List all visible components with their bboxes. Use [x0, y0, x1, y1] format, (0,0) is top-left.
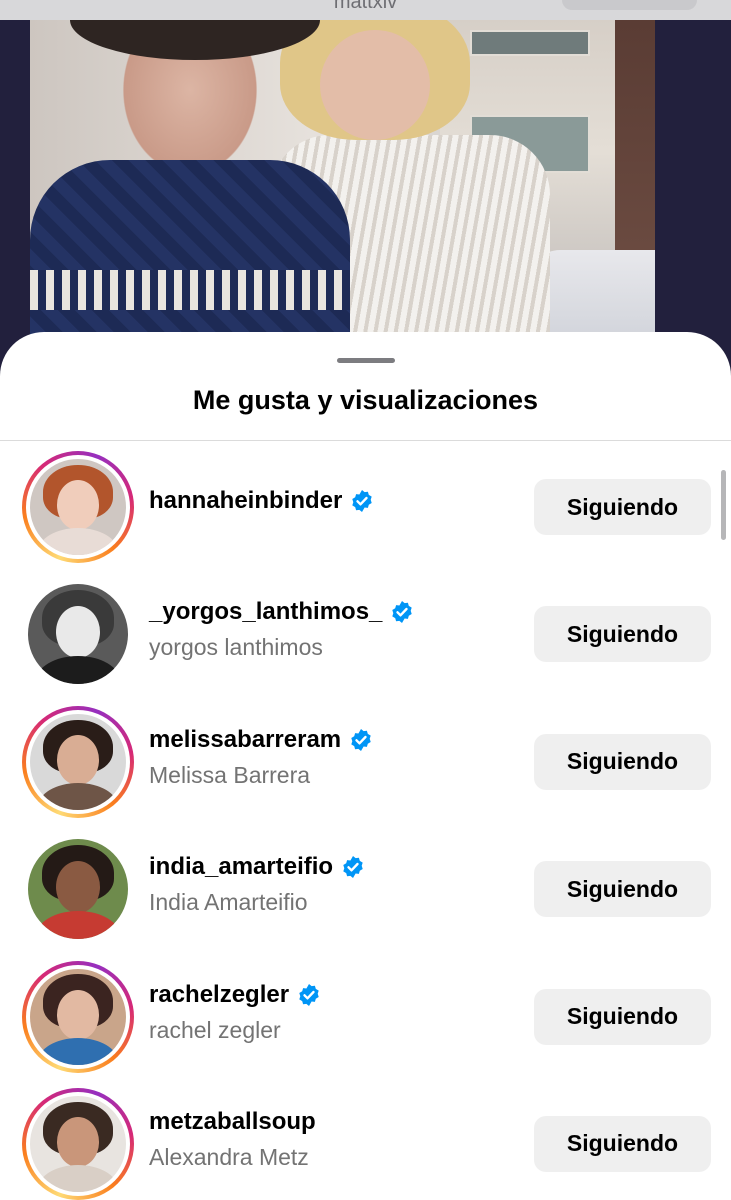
avatar[interactable] [28, 839, 128, 940]
username[interactable]: _yorgos_lanthimos_ [149, 598, 382, 626]
list-item[interactable]: _yorgos_lanthimos_ yorgos lanthimos Sigu… [0, 568, 731, 695]
verified-badge-icon [299, 983, 319, 1006]
following-button[interactable]: Siguiendo [534, 733, 711, 790]
verified-badge-icon [343, 856, 363, 879]
sheet-title: Me gusta y visualizaciones [192, 385, 539, 415]
following-button[interactable]: Siguiendo [534, 1115, 711, 1172]
following-button[interactable]: Siguiendo [534, 861, 711, 918]
verified-badge-icon [352, 490, 373, 512]
username[interactable]: india_amarteifio [149, 853, 333, 881]
fullname: yorgos lanthimos [149, 634, 323, 661]
username[interactable]: metzaballsoup [149, 1108, 316, 1136]
following-button[interactable]: Siguiendo [534, 988, 711, 1045]
list-item[interactable]: hannaheinbinder Siguiendo [0, 441, 731, 568]
list-item[interactable]: metzaballsoup Alexandra Metz Siguiendo [0, 1078, 731, 1200]
username[interactable]: rachelzegler [149, 981, 289, 1009]
header-button[interactable] [562, 0, 697, 10]
likes-sheet: Me gusta y visualizaciones hannaheinbind… [0, 332, 731, 1200]
following-button[interactable]: Siguiendo [534, 606, 711, 663]
avatar[interactable] [22, 960, 134, 1073]
username[interactable]: hannaheinbinder [149, 487, 342, 515]
sheet-grabber[interactable] [337, 358, 395, 363]
fullname: India Amarteifio [149, 889, 308, 916]
list-item[interactable]: rachelzegler rachel zegler Siguiendo [0, 951, 731, 1078]
following-button[interactable]: Siguiendo [534, 479, 711, 535]
fullname: rachel zegler [149, 1016, 281, 1043]
verified-badge-icon [351, 728, 371, 751]
list-item[interactable]: india_amarteifio India Amarteifio Siguie… [0, 823, 731, 950]
avatar[interactable] [22, 1087, 134, 1200]
post-photo [30, 20, 655, 350]
avatar[interactable] [22, 451, 134, 563]
likes-list: hannaheinbinder Siguiendo _yorgos_lanthi… [0, 441, 731, 1200]
username[interactable]: melissabarreram [149, 726, 341, 754]
list-item[interactable]: melissabarreram Melissa Barrera Siguiend… [0, 696, 731, 823]
avatar[interactable] [22, 705, 134, 818]
avatar[interactable] [28, 584, 128, 685]
post-header: mattxiv [0, 0, 731, 20]
fullname: Alexandra Metz [149, 1143, 309, 1170]
fullname: Melissa Barrera [149, 761, 311, 788]
verified-badge-icon [392, 601, 413, 624]
